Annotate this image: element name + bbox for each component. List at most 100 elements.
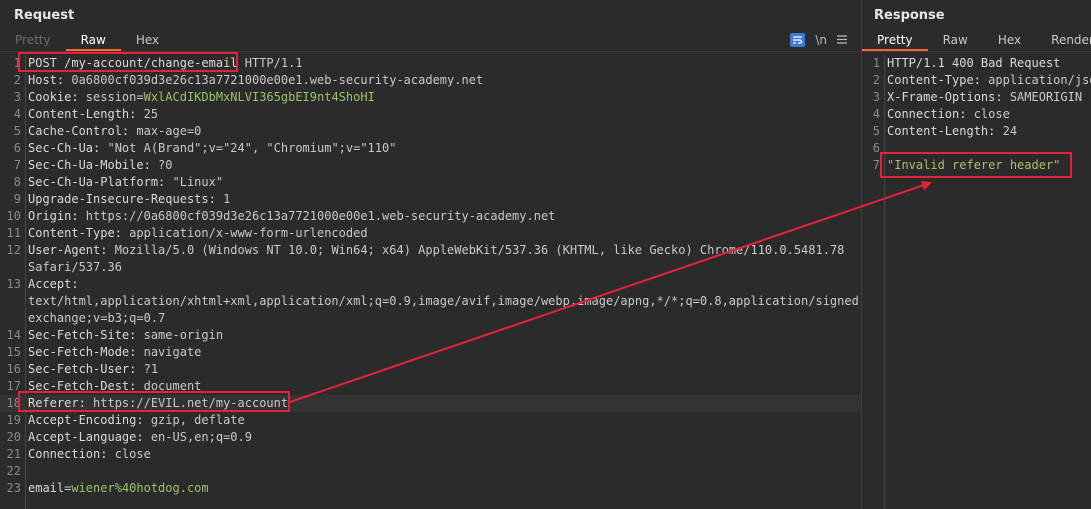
- request-tabs: Pretty Raw Hex: [0, 31, 174, 51]
- response-line: 2Content-Type: application/json; charset…: [862, 72, 1091, 89]
- line-text: Upgrade-Insecure-Requests: 1: [21, 191, 230, 208]
- line-number: 11: [6, 226, 21, 240]
- code-token: exchange;v=b3;q=0.7: [28, 311, 166, 325]
- code-token: close: [966, 107, 1010, 121]
- code-token: Content-Length:: [887, 124, 996, 138]
- code-token: gzip, deflate: [143, 413, 245, 427]
- request-line: 5 Cache-Control: max-age=0: [0, 123, 861, 140]
- request-line: 12 User-Agent: Mozilla/5.0 (Windows NT 10…: [0, 242, 861, 259]
- line-number: 19: [6, 413, 21, 427]
- line-text: exchange;v=b3;q=0.7: [21, 310, 165, 327]
- hamburger-menu-icon[interactable]: [837, 33, 847, 47]
- line-text: Connection: close: [21, 446, 151, 463]
- code-token: application/x-www-form-urlencoded: [121, 226, 368, 240]
- code-token: email: [28, 481, 65, 495]
- request-line: Safari/537.36: [0, 259, 861, 276]
- response-tab-render[interactable]: Render: [1036, 31, 1091, 51]
- line-text: Sec-Fetch-Mode: navigate: [21, 344, 201, 361]
- line-text: "Invalid referer header": [880, 157, 1060, 174]
- request-line: exchange;v=b3;q=0.7: [0, 310, 861, 327]
- code-token: SAMEORIGIN: [1002, 90, 1083, 104]
- code-token: X-Frame-Options:: [887, 90, 1003, 104]
- line-text: Safari/537.36: [21, 259, 122, 276]
- line-text: [880, 140, 887, 157]
- request-line: 16 Sec-Fetch-User: ?1: [0, 361, 861, 378]
- line-text: Content-Type: application/x-www-form-url…: [21, 225, 368, 242]
- response-pane: Response Pretty Raw Hex Render 1 HTTP/1.1 40…: [862, 0, 1091, 509]
- line-number: 20: [6, 430, 21, 444]
- line-number: 1: [872, 56, 880, 70]
- request-line: 23 email=wiener%40hotdog.com: [0, 480, 861, 497]
- request-line: 1 POST /my-account/change-email HTTP/1.1: [0, 55, 861, 72]
- code-token: document: [136, 379, 202, 393]
- code-token: Sec-Fetch-Site:: [28, 328, 137, 342]
- response-line: 3 X-Frame-Options: SAMEORIGIN: [862, 89, 1091, 106]
- code-token: WxlACdIKDbMxNLVI365gbEI9nt4ShoHI: [143, 90, 375, 104]
- request-toolbar: \n: [790, 31, 847, 49]
- request-line: 15 Sec-Fetch-Mode: navigate: [0, 344, 861, 361]
- request-line: 8 Sec-Ch-Ua-Platform: "Linux": [0, 174, 861, 191]
- code-token: HTTP/1.1: [237, 56, 303, 70]
- line-number: 8: [13, 175, 21, 189]
- response-tabs: Pretty Raw Hex Render: [862, 31, 1091, 51]
- request-line: 3 Cookie: session=WxlACdIKDbMxNLVI365gbEI…: [0, 89, 861, 106]
- request-line: 6 Sec-Ch-Ua: "Not A(Brand";v="24", "Chrom…: [0, 140, 861, 157]
- request-line: 17 Sec-Fetch-Dest: document: [0, 378, 861, 395]
- line-number: 5: [13, 124, 21, 138]
- response-line: 6: [862, 140, 1091, 157]
- code-token: same-origin: [136, 328, 224, 342]
- request-pane: Request Pretty Raw Hex \n 1 POST /my-accoun…: [0, 0, 866, 509]
- request-line: 18 Referer: https://EVIL.net/my-account: [0, 395, 861, 412]
- code-token: Upgrade-Insecure-Requests:: [28, 192, 216, 206]
- line-number: 7: [872, 158, 880, 172]
- line-text: Accept-Language: en-US,en;q=0.9: [21, 429, 252, 446]
- line-number: [0, 259, 21, 276]
- line-number: 9: [13, 192, 21, 206]
- request-title: Request: [14, 8, 75, 23]
- line-text: POST /my-account/change-email HTTP/1.1: [21, 55, 303, 72]
- code-token: Cookie:: [28, 90, 79, 104]
- line-text: HTTP/1.1 400 Bad Request: [880, 55, 1060, 72]
- line-number: 22: [6, 464, 21, 478]
- code-token: Sec-Ch-Ua:: [28, 141, 101, 155]
- code-token: Accept-Language:: [28, 430, 144, 444]
- line-text: Origin: https://0a6800cf039d3e26c13a7721…: [21, 208, 555, 225]
- line-number: 2: [872, 73, 880, 87]
- code-token: Connection:: [28, 447, 108, 461]
- request-line: 20 Accept-Language: en-US,en;q=0.9: [0, 429, 861, 446]
- line-number: 23: [6, 481, 21, 495]
- request-line: 11 Content-Type: application/x-www-form-u…: [0, 225, 861, 242]
- request-line: 22: [0, 463, 861, 480]
- line-text: Sec-Fetch-Dest: document: [21, 378, 201, 395]
- line-text: email=wiener%40hotdog.com: [21, 480, 209, 497]
- wrap-lines-icon[interactable]: [790, 33, 806, 47]
- code-token: "Not A(Brand";v="24", "Chromium";v="110": [100, 141, 397, 155]
- request-line: 19 Accept-Encoding: gzip, deflate: [0, 412, 861, 429]
- code-token: https://EVIL.net/my-account: [85, 396, 289, 410]
- request-tab-hex[interactable]: Hex: [121, 31, 174, 51]
- request-line: 9 Upgrade-Insecure-Requests: 1: [0, 191, 861, 208]
- line-number: 1: [13, 56, 21, 70]
- code-token: Sec-Ch-Ua-Platform:: [28, 175, 166, 189]
- code-token: close: [107, 447, 151, 461]
- code-token: en-US,en;q=0.9: [143, 430, 252, 444]
- response-tab-pretty[interactable]: Pretty: [862, 31, 928, 51]
- code-token: Sec-Ch-Ua-Mobile:: [28, 158, 151, 172]
- code-token: application/json; charset=utf-8: [988, 73, 1091, 87]
- line-number: 3: [13, 90, 21, 104]
- show-newlines-toggle[interactable]: \n: [815, 33, 827, 47]
- response-editor[interactable]: 1 HTTP/1.1 400 Bad Request 2 Content-Type: …: [862, 55, 1091, 509]
- response-tab-hex[interactable]: Hex: [983, 31, 1036, 51]
- line-number: 4: [13, 107, 21, 121]
- request-tab-raw[interactable]: Raw: [65, 31, 121, 51]
- code-token: Host:: [28, 73, 65, 87]
- line-text: Cache-Control: max-age=0: [21, 123, 201, 140]
- line-text: Sec-Ch-Ua-Mobile: ?0: [21, 157, 173, 174]
- line-number: 7: [13, 158, 21, 172]
- code-token: Cache-Control:: [28, 124, 130, 138]
- line-text: Accept-Encoding: gzip, deflate: [21, 412, 245, 429]
- response-tab-raw[interactable]: Raw: [928, 31, 983, 51]
- code-token: Accept:: [28, 277, 79, 291]
- line-text: [21, 463, 28, 480]
- request-editor[interactable]: 1 POST /my-account/change-email HTTP/1.1 2…: [0, 55, 866, 509]
